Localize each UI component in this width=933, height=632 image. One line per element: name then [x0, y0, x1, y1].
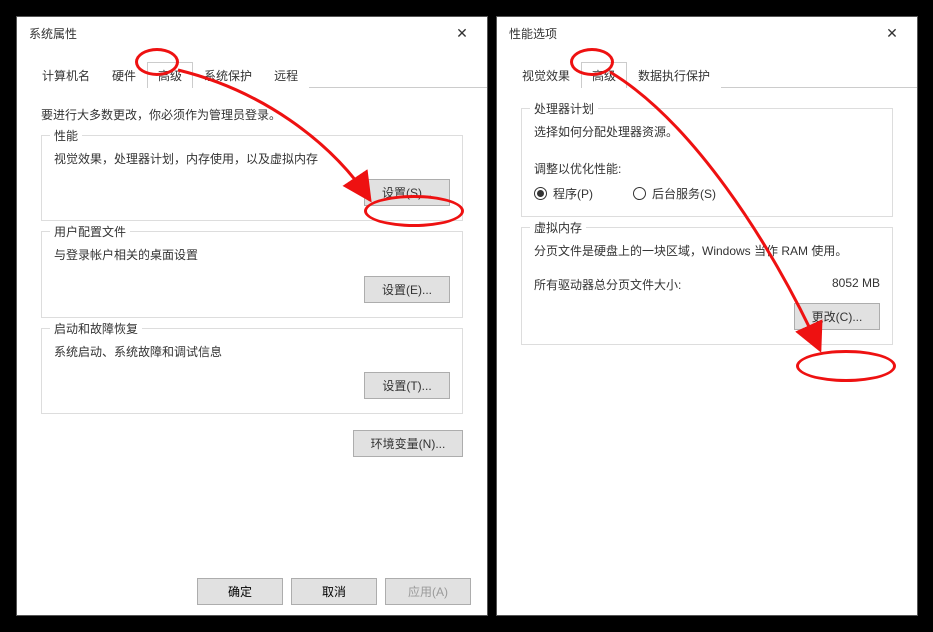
- env-variables-button[interactable]: 环境变量(N)...: [353, 430, 463, 457]
- profiles-desc: 与登录帐户相关的桌面设置: [54, 246, 450, 265]
- performance-desc: 视觉效果，处理器计划，内存使用，以及虚拟内存: [54, 150, 450, 169]
- admin-note: 要进行大多数更改，你必须作为管理员登录。: [41, 106, 463, 125]
- radio-background-services[interactable]: 后台服务(S): [633, 185, 716, 202]
- apply-button[interactable]: 应用(A): [385, 578, 471, 605]
- performance-options-dialog: 性能选项 ✕ 视觉效果 高级 数据执行保护 处理器计划 选择如何分配处理器资源。…: [496, 16, 918, 616]
- tabs: 计算机名 硬件 高级 系统保护 远程: [31, 62, 487, 88]
- startup-recovery-group: 启动和故障恢复 系统启动、系统故障和调试信息 设置(T)...: [41, 328, 463, 414]
- group-legend: 启动和故障恢复: [50, 320, 142, 337]
- startup-desc: 系统启动、系统故障和调试信息: [54, 343, 450, 362]
- group-legend: 处理器计划: [530, 100, 598, 117]
- sched-desc: 选择如何分配处理器资源。: [534, 123, 880, 142]
- tab-advanced[interactable]: 高级: [147, 62, 193, 88]
- virtual-memory-group: 虚拟内存 分页文件是硬盘上的一块区域，Windows 当作 RAM 使用。 所有…: [521, 227, 893, 344]
- profiles-settings-button[interactable]: 设置(E)...: [364, 276, 450, 303]
- radio-label: 后台服务(S): [652, 185, 716, 202]
- dialog-footer: 确定 取消 应用(A): [17, 568, 487, 615]
- cancel-button[interactable]: 取消: [291, 578, 377, 605]
- dialog-title: 系统属性: [29, 25, 77, 42]
- tab-remote[interactable]: 远程: [263, 62, 309, 88]
- group-legend: 用户配置文件: [50, 223, 130, 240]
- radio-label: 程序(P): [553, 185, 593, 202]
- ok-button[interactable]: 确定: [197, 578, 283, 605]
- tab-visual-effects[interactable]: 视觉效果: [511, 62, 581, 88]
- tab-advanced[interactable]: 高级: [581, 62, 627, 88]
- processor-scheduling-group: 处理器计划 选择如何分配处理器资源。 调整以优化性能: 程序(P) 后台服务(S…: [521, 108, 893, 217]
- radio-icon: [633, 187, 646, 200]
- group-legend: 虚拟内存: [530, 219, 586, 236]
- adjust-label: 调整以优化性能:: [534, 160, 880, 179]
- close-icon[interactable]: ✕: [877, 25, 907, 42]
- vmem-change-button[interactable]: 更改(C)...: [794, 303, 880, 330]
- close-icon[interactable]: ✕: [447, 25, 477, 42]
- radio-programs[interactable]: 程序(P): [534, 185, 593, 202]
- user-profiles-group: 用户配置文件 与登录帐户相关的桌面设置 设置(E)...: [41, 231, 463, 317]
- startup-settings-button[interactable]: 设置(T)...: [364, 372, 450, 399]
- tab-hardware[interactable]: 硬件: [101, 62, 147, 88]
- vmem-total-value: 8052 MB: [832, 276, 880, 293]
- tab-system-protection[interactable]: 系统保护: [193, 62, 263, 88]
- perf-settings-button[interactable]: 设置(S)...: [364, 179, 450, 206]
- tabs: 视觉效果 高级 数据执行保护: [511, 62, 917, 88]
- performance-group: 性能 视觉效果，处理器计划，内存使用，以及虚拟内存 设置(S)...: [41, 135, 463, 221]
- vmem-desc: 分页文件是硬盘上的一块区域，Windows 当作 RAM 使用。: [534, 242, 880, 261]
- group-legend: 性能: [50, 127, 82, 144]
- vmem-total-label: 所有驱动器总分页文件大小:: [534, 276, 681, 293]
- dialog-title: 性能选项: [509, 25, 557, 42]
- tab-dep[interactable]: 数据执行保护: [627, 62, 721, 88]
- radio-icon: [534, 187, 547, 200]
- system-properties-dialog: 系统属性 ✕ 计算机名 硬件 高级 系统保护 远程 要进行大多数更改，你必须作为…: [16, 16, 488, 616]
- tab-computer-name[interactable]: 计算机名: [31, 62, 101, 88]
